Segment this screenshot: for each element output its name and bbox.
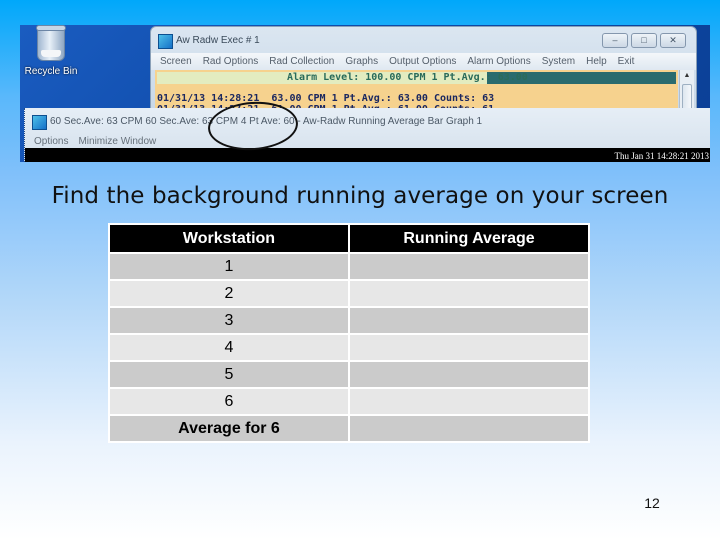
table-header-row: Workstation Running Average xyxy=(110,225,588,252)
main-window-title: Aw Radw Exec # 1 xyxy=(176,35,260,46)
menu-item-exit[interactable]: Exit xyxy=(618,56,635,67)
table-row: 3 xyxy=(110,308,588,333)
bar-graph-window: 60 Sec.Ave: 63 CPM 60 Sec.Ave: 63 CPM 4 … xyxy=(24,108,710,162)
workstation-cell: 3 xyxy=(110,308,348,333)
table-row: 4 xyxy=(110,335,588,360)
screenshot-image: Recycle Bin Aw Radw Exec # 1 – □ ✕ Scree… xyxy=(20,25,710,162)
menu-item-rad-options[interactable]: Rad Options xyxy=(203,56,259,67)
average-value-cell[interactable] xyxy=(350,416,588,441)
page-number: 12 xyxy=(644,495,660,511)
running-average-cell[interactable] xyxy=(350,281,588,306)
workstation-cell: 2 xyxy=(110,281,348,306)
workstation-cell: 1 xyxy=(110,254,348,279)
table-row: 1 xyxy=(110,254,588,279)
menu-item-screen[interactable]: Screen xyxy=(160,56,192,67)
running-average-cell[interactable] xyxy=(350,308,588,333)
scroll-up-icon[interactable]: ▲ xyxy=(680,70,694,82)
graph-window-menubar: Options Minimize Window xyxy=(25,133,710,149)
app-icon xyxy=(158,34,173,49)
menu-item-system[interactable]: System xyxy=(542,56,575,67)
menu-item-rad-collection[interactable]: Rad Collection xyxy=(269,56,334,67)
recycle-bin-icon xyxy=(36,25,66,61)
recycle-bin-shortcut[interactable]: Recycle Bin xyxy=(22,25,80,77)
menu-item-graphs[interactable]: Graphs xyxy=(345,56,378,67)
log-line: 01/31/13 14:28:21 63.00 CPM 1 Pt.Avg.: 6… xyxy=(157,93,495,104)
workstation-cell: 4 xyxy=(110,335,348,360)
main-window-menubar: Screen Rad Options Rad Collection Graphs… xyxy=(151,53,696,70)
table-row: 5 xyxy=(110,362,588,387)
slide-heading: Find the background running average on y… xyxy=(51,183,669,209)
table-row: 2 xyxy=(110,281,588,306)
menu-item-output-options[interactable]: Output Options xyxy=(389,56,456,67)
running-average-cell[interactable] xyxy=(350,335,588,360)
maximize-button[interactable]: □ xyxy=(631,33,657,48)
running-average-cell[interactable] xyxy=(350,389,588,414)
table-row: 6 xyxy=(110,389,588,414)
graph-canvas: Thu Jan 31 14:28:21 2013 xyxy=(25,148,710,162)
graph-window-titlebar[interactable]: 60 Sec.Ave: 63 CPM 60 Sec.Ave: 63 CPM 4 … xyxy=(25,108,710,133)
workstation-table: Workstation Running Average 1 2 3 4 5 6 xyxy=(108,223,590,443)
menu-item-minimize-window[interactable]: Minimize Window xyxy=(78,136,156,147)
menu-item-alarm-options[interactable]: Alarm Options xyxy=(467,56,530,67)
alarm-level-text: Alarm Level: 100.00 CPM 1 Pt.Avg.: 63.00 xyxy=(287,72,528,83)
average-label-cell: Average for 6 xyxy=(110,416,348,441)
column-header-running-average: Running Average xyxy=(350,225,588,252)
close-button[interactable]: ✕ xyxy=(660,33,686,48)
workstation-cell: 5 xyxy=(110,362,348,387)
table-total-row: Average for 6 xyxy=(110,416,588,441)
column-header-workstation: Workstation xyxy=(110,225,348,252)
recycle-bin-label: Recycle Bin xyxy=(24,66,78,77)
menu-item-options[interactable]: Options xyxy=(34,136,68,147)
app-icon xyxy=(32,115,47,130)
alarm-level-bar: Alarm Level: 100.00 CPM 1 Pt.Avg.: 63.00 xyxy=(157,72,676,84)
minimize-button[interactable]: – xyxy=(602,33,628,48)
workstation-cell: 6 xyxy=(110,389,348,414)
graph-clock: Thu Jan 31 14:28:21 2013 xyxy=(614,151,710,161)
running-average-cell[interactable] xyxy=(350,254,588,279)
running-average-cell[interactable] xyxy=(350,362,588,387)
menu-item-help[interactable]: Help xyxy=(586,56,607,67)
main-window-titlebar[interactable]: Aw Radw Exec # 1 – □ ✕ xyxy=(151,27,696,53)
